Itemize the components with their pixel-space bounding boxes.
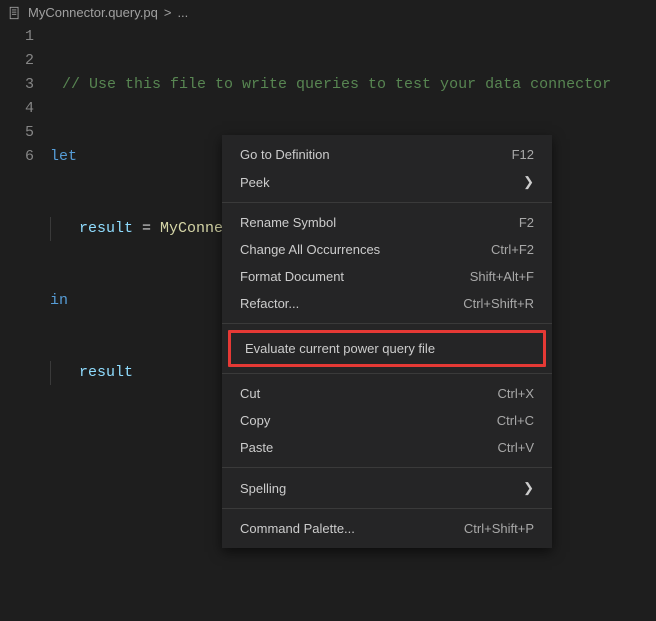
menu-shortcut: F2 — [519, 215, 534, 230]
line-number: 4 — [0, 97, 34, 121]
token-identifier: result — [79, 364, 133, 381]
token-keyword: in — [50, 292, 68, 309]
line-number: 2 — [0, 49, 34, 73]
highlighted-menu-item: Evaluate current power query file — [228, 330, 546, 367]
menu-separator — [222, 467, 552, 468]
line-number: 6 — [0, 145, 34, 169]
menu-peek[interactable]: Peek ❯ — [222, 168, 552, 196]
menu-label: Paste — [240, 440, 273, 455]
menu-separator — [222, 323, 552, 324]
menu-label: Evaluate current power query file — [245, 341, 435, 356]
token-punct: = — [133, 220, 160, 237]
menu-shortcut: Ctrl+Shift+P — [464, 521, 534, 536]
menu-evaluate-pq[interactable]: Evaluate current power query file — [231, 333, 543, 364]
menu-label: Peek — [240, 175, 270, 190]
line-number: 3 — [0, 73, 34, 97]
breadcrumb[interactable]: MyConnector.query.pq > ... — [0, 0, 656, 25]
context-menu: Go to Definition F12 Peek ❯ Rename Symbo… — [222, 135, 552, 548]
menu-label: Command Palette... — [240, 521, 355, 536]
menu-command-palette[interactable]: Command Palette... Ctrl+Shift+P — [222, 515, 552, 542]
menu-shortcut: Shift+Alt+F — [470, 269, 534, 284]
menu-separator — [222, 508, 552, 509]
menu-separator — [222, 373, 552, 374]
menu-paste[interactable]: Paste Ctrl+V — [222, 434, 552, 461]
menu-label: Go to Definition — [240, 147, 330, 162]
menu-label: Refactor... — [240, 296, 299, 311]
breadcrumb-filename[interactable]: MyConnector.query.pq — [28, 5, 158, 20]
menu-label: Format Document — [240, 269, 344, 284]
menu-label: Change All Occurrences — [240, 242, 380, 257]
menu-spelling[interactable]: Spelling ❯ — [222, 474, 552, 502]
token-keyword: let — [50, 148, 77, 165]
menu-label: Cut — [240, 386, 260, 401]
breadcrumb-trail[interactable]: ... — [177, 5, 188, 20]
menu-separator — [222, 202, 552, 203]
menu-shortcut: Ctrl+C — [497, 413, 534, 428]
menu-cut[interactable]: Cut Ctrl+X — [222, 380, 552, 407]
menu-format-document[interactable]: Format Document Shift+Alt+F — [222, 263, 552, 290]
menu-goto-definition[interactable]: Go to Definition F12 — [222, 141, 552, 168]
code-line[interactable]: // Use this file to write queries to tes… — [50, 73, 656, 97]
menu-rename-symbol[interactable]: Rename Symbol F2 — [222, 209, 552, 236]
menu-shortcut: Ctrl+Shift+R — [463, 296, 534, 311]
line-number: 5 — [0, 121, 34, 145]
menu-refactor[interactable]: Refactor... Ctrl+Shift+R — [222, 290, 552, 317]
chevron-right-icon: ❯ — [523, 174, 534, 190]
menu-shortcut: Ctrl+V — [498, 440, 534, 455]
menu-shortcut: Ctrl+X — [498, 386, 534, 401]
menu-change-all[interactable]: Change All Occurrences Ctrl+F2 — [222, 236, 552, 263]
line-gutter: 1 2 3 4 5 6 — [0, 25, 50, 505]
menu-shortcut: Ctrl+F2 — [491, 242, 534, 257]
chevron-right-icon: ❯ — [523, 480, 534, 496]
breadcrumb-separator: > — [164, 5, 172, 20]
menu-label: Rename Symbol — [240, 215, 336, 230]
menu-copy[interactable]: Copy Ctrl+C — [222, 407, 552, 434]
file-icon — [8, 6, 22, 20]
token-comment: // Use this file to write queries to tes… — [62, 76, 611, 93]
token-identifier: result — [79, 220, 133, 237]
menu-shortcut: F12 — [512, 147, 534, 162]
line-number: 1 — [0, 25, 34, 49]
menu-label: Spelling — [240, 481, 286, 496]
menu-label: Copy — [240, 413, 270, 428]
